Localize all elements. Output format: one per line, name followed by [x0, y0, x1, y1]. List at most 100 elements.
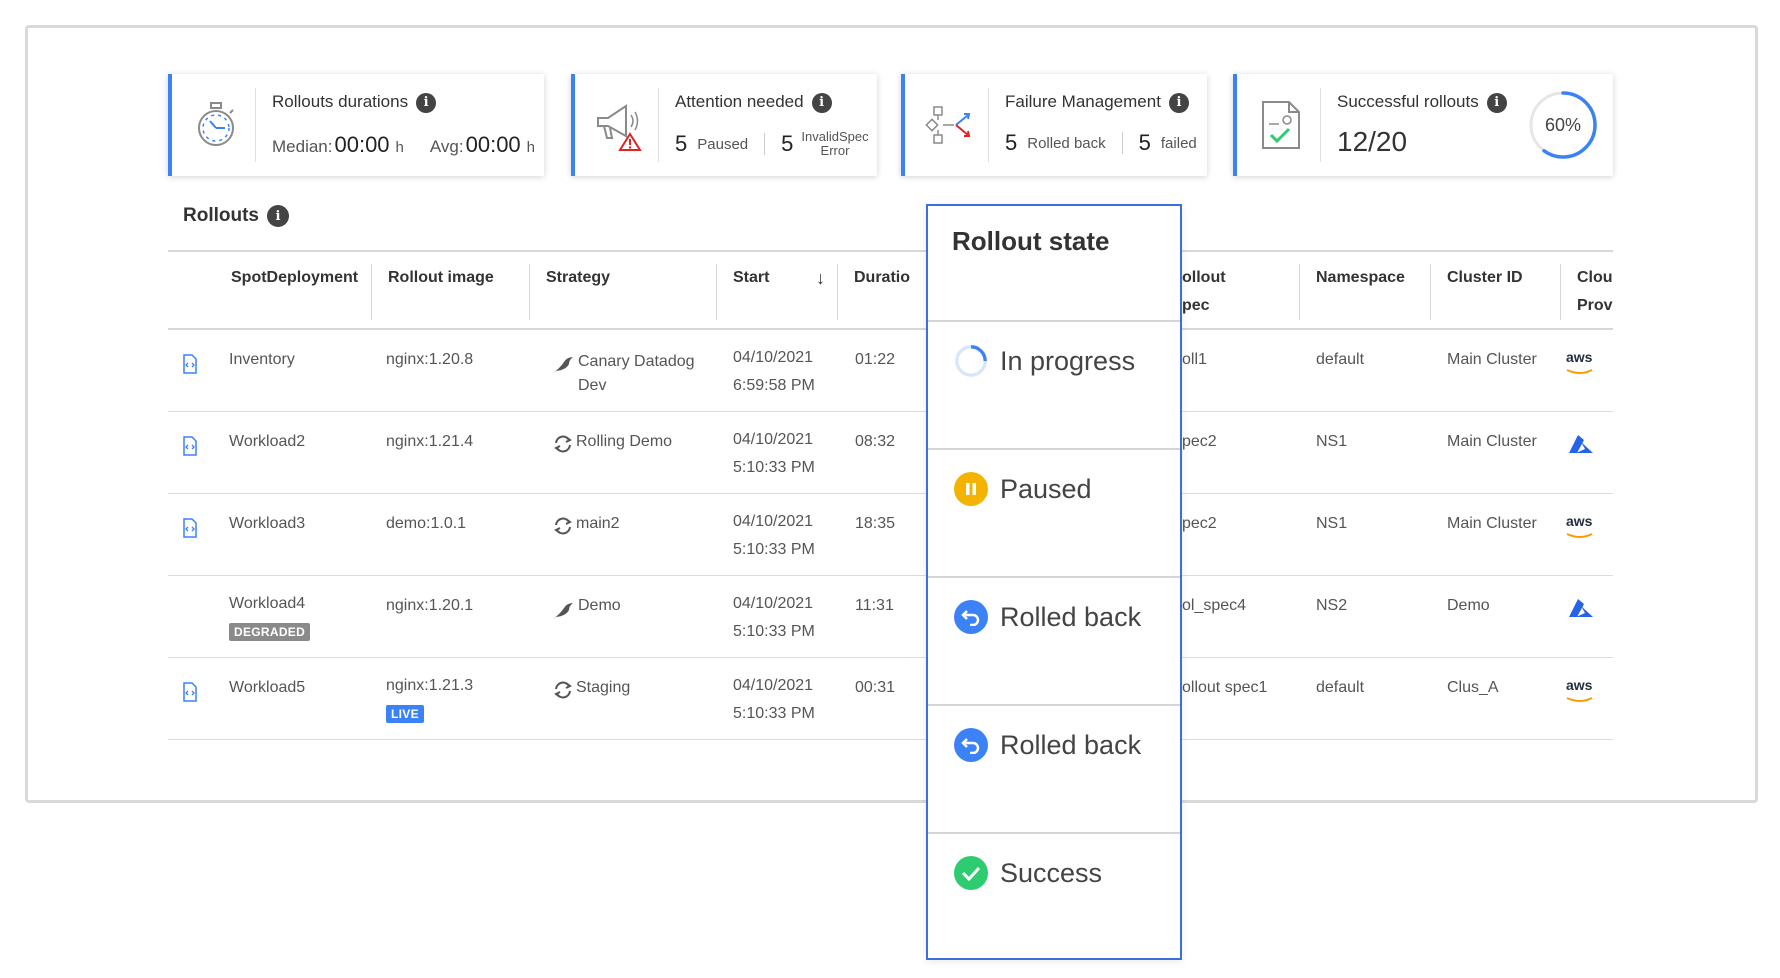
strategy-line2: Dev — [578, 377, 607, 394]
state-option-in-progress[interactable]: In progress — [954, 344, 1135, 378]
table-row[interactable]: Workload5 nginx:1.21.3 LIVE Staging 04/1… — [168, 658, 1613, 740]
cell-cluster: Demo — [1447, 597, 1490, 614]
invalid-label-2: Error — [820, 143, 850, 158]
state-option-paused[interactable]: Paused — [954, 472, 1092, 506]
state-option-rolled-back[interactable]: Rolled back — [954, 728, 1141, 762]
cell-cluster: Clus_A — [1447, 679, 1499, 696]
state-label: Paused — [1000, 473, 1092, 504]
start-date: 04/10/2021 — [733, 431, 814, 448]
state-option-success[interactable]: Success — [954, 856, 1102, 890]
divider — [928, 576, 1180, 578]
cell-image: nginx:1.20.1 — [386, 597, 474, 614]
strategy-line1: Canary Datadog — [578, 353, 695, 370]
table-row[interactable]: Workload4 DEGRADED nginx:1.20.1 Demo 04/… — [168, 576, 1613, 658]
divider — [928, 320, 1180, 322]
table-header: SpotDeployment Rollout image Strategy St… — [168, 250, 1613, 330]
table-row[interactable]: Workload3 demo:1.0.1 main2 04/10/2021 5:1… — [168, 494, 1613, 576]
col-cloud-line2: Provi — [1577, 297, 1613, 314]
percent-label: 60% — [1544, 114, 1582, 135]
col-strategy[interactable]: Strategy — [530, 264, 717, 320]
aws-text: aws — [1566, 677, 1593, 693]
divider — [928, 832, 1180, 834]
col-start-label: Start — [733, 269, 770, 286]
cell-strategy: Rolling Demo — [576, 433, 673, 450]
file-code-icon[interactable] — [182, 682, 198, 714]
card-attention-needed: Attention needed i 5 Paused 5 InvalidSpec… — [571, 74, 877, 176]
file-code-icon[interactable] — [182, 436, 198, 468]
info-icon[interactable]: i — [1168, 92, 1189, 113]
rollout-state-dropdown[interactable]: Rollout state In progress Paused Rolled … — [926, 204, 1182, 960]
start-date: 04/10/2021 — [733, 677, 814, 694]
rolled-back-label: Rolled back — [1027, 134, 1106, 152]
cell-cluster: Main Cluster — [1447, 515, 1537, 532]
median-value: 00:00 — [334, 132, 390, 157]
rolling-refresh-icon — [552, 434, 574, 466]
card-failure-management: Failure Management i 5 Rolled back 5 fail… — [901, 74, 1207, 176]
cell-name: Workload4 DEGRADED — [229, 590, 311, 646]
file-code-icon[interactable] — [182, 354, 198, 386]
start-date: 04/10/2021 — [733, 513, 814, 530]
cell-start: 04/10/2021 6:59:58 PM — [733, 344, 815, 400]
success-progress-ring: 60% — [1527, 89, 1599, 161]
undo-arrow-icon — [954, 728, 988, 762]
info-icon[interactable]: i — [1486, 92, 1507, 113]
col-duration[interactable]: Duratio — [838, 264, 928, 320]
cell-duration: 00:31 — [855, 679, 896, 696]
col-cloud-provider[interactable]: Cloud Provi — [1561, 264, 1613, 320]
start-time: 5:10:33 PM — [733, 459, 815, 476]
cell-name: Workload3 — [229, 515, 306, 532]
cell-duration: 01:22 — [855, 351, 896, 368]
col-cluster-id[interactable]: Cluster ID — [1431, 264, 1561, 320]
status-badge: DEGRADED — [229, 623, 311, 641]
cell-namespace: NS2 — [1316, 597, 1348, 614]
info-icon[interactable]: i — [267, 205, 289, 227]
name-text: Workload4 — [229, 595, 306, 612]
start-time: 5:10:33 PM — [733, 705, 815, 722]
col-start[interactable]: Start ↓ — [717, 264, 838, 320]
file-code-icon[interactable] — [182, 518, 198, 550]
col-namespace[interactable]: Namespace — [1300, 264, 1431, 320]
image-text: nginx:1.21.3 — [386, 677, 474, 694]
flow-icon — [909, 88, 989, 162]
undo-arrow-icon — [954, 600, 988, 634]
col-cloud-line1: Cloud — [1577, 269, 1613, 286]
cell-image: demo:1.0.1 — [386, 515, 467, 532]
state-label: In progress — [1000, 345, 1136, 376]
col-spotdeployment[interactable]: SpotDeployment — [215, 264, 372, 320]
avg-unit: h — [526, 139, 536, 156]
median-label: Median: — [272, 137, 333, 156]
start-date: 04/10/2021 — [733, 349, 814, 366]
avg-label: Avg: — [429, 137, 464, 156]
table-row[interactable]: Workload2 nginx:1.21.4 Rolling Demo 04/1… — [168, 412, 1613, 494]
canary-bird-icon — [552, 600, 574, 632]
aws-logo-icon: aws — [1566, 514, 1594, 542]
cell-cluster: Main Cluster — [1447, 351, 1537, 368]
state-label: Rolled back — [1000, 601, 1142, 632]
rolled-back-count: 5 — [1005, 130, 1018, 155]
cell-rollout-spec: pec2 — [1182, 433, 1217, 450]
spinner-icon — [954, 344, 988, 378]
table-row[interactable]: Inventory nginx:1.20.8 Canary Datadog Dev… — [168, 330, 1613, 412]
invalid-count: 5 — [781, 131, 794, 156]
cell-strategy: Staging — [576, 679, 631, 696]
avg-value: 00:00 — [465, 132, 521, 157]
failed-label: failed — [1160, 134, 1197, 152]
stopwatch-icon — [176, 88, 256, 162]
col-rollout-spec[interactable]: ollout pec — [1182, 264, 1300, 320]
start-time: 5:10:33 PM — [733, 623, 815, 640]
start-date: 04/10/2021 — [733, 595, 814, 612]
sort-down-icon[interactable]: ↓ — [816, 264, 825, 292]
card-successful-rollouts: Successful rollouts i 12/20 60% — [1233, 74, 1613, 176]
aws-text: aws — [1566, 349, 1593, 365]
info-icon[interactable]: i — [811, 92, 832, 113]
cell-name: Workload2 — [229, 433, 306, 450]
card-title: Attention needed i — [675, 92, 832, 113]
divider — [1121, 132, 1123, 154]
col-rollout-image[interactable]: Rollout image — [372, 264, 530, 320]
info-icon[interactable]: i — [416, 92, 437, 113]
card-rollouts-durations: Rollouts durations i Median: 00:00 h Avg: 00… — [168, 74, 544, 176]
cell-namespace: default — [1316, 351, 1365, 368]
start-time: 6:59:58 PM — [733, 377, 815, 394]
state-option-rolled-back[interactable]: Rolled back — [954, 600, 1141, 634]
cell-image: nginx:1.21.3 LIVE — [386, 672, 473, 728]
